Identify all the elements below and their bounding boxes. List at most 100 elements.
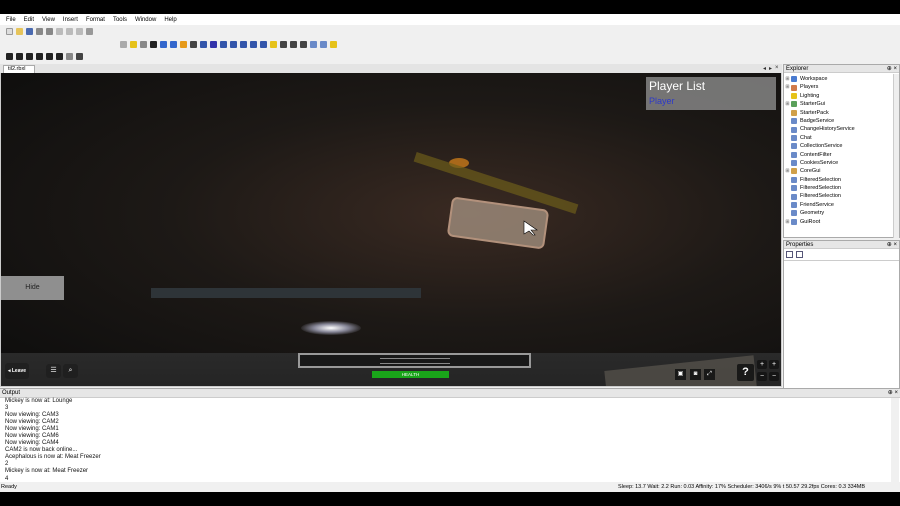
screenshot-button[interactable]: ◙ [690, 369, 701, 380]
scale-tool-icon[interactable] [170, 40, 177, 48]
output-scrollbar[interactable] [891, 398, 899, 483]
fullscreen-button[interactable]: ⤢ [704, 369, 715, 380]
search-button[interactable]: ⌕ [63, 364, 78, 378]
document-tab[interactable]: til2.rbxl [3, 65, 35, 73]
tab-scroll-right-icon[interactable]: ▸ [769, 65, 772, 72]
expand-icon[interactable]: ⊞ [784, 75, 791, 83]
leave-button[interactable]: ◂ Leave [5, 363, 29, 379]
zoom-in-button[interactable]: + [757, 360, 767, 369]
new-file-icon[interactable] [6, 28, 13, 35]
stop-icon[interactable] [140, 40, 147, 48]
pin-icon[interactable]: ⊕ [888, 390, 893, 396]
zoom-out-button-2[interactable]: − [769, 372, 779, 381]
ungroup-icon[interactable] [230, 40, 237, 48]
pin-icon[interactable]: ⊕ [887, 242, 892, 248]
camera-icon[interactable] [310, 40, 317, 48]
menu-file[interactable]: File [6, 17, 16, 23]
explorer-item[interactable]: ContentFilter [784, 151, 899, 159]
menu-insert[interactable]: Insert [63, 17, 78, 23]
explorer-item[interactable]: ⊞ StarterGui [784, 100, 899, 108]
undo-icon[interactable] [36, 28, 43, 35]
explorer-item[interactable]: Lighting [784, 92, 899, 100]
group-icon[interactable] [220, 40, 227, 48]
grid-icon[interactable] [330, 40, 337, 48]
explorer-item[interactable]: StarterPack [784, 109, 899, 117]
recording-button[interactable]: ▣ [675, 369, 686, 380]
anchor-icon[interactable] [190, 40, 197, 48]
move-tool-icon[interactable] [160, 40, 167, 48]
lock-icon[interactable] [180, 40, 187, 48]
explorer-item[interactable]: CookiesService [784, 159, 899, 167]
pin-icon[interactable]: ⊕ [887, 66, 892, 72]
explorer-item[interactable]: ⊞ Workspace [784, 75, 899, 83]
save-icon[interactable] [26, 28, 33, 35]
hide-button[interactable]: Hide [1, 276, 64, 300]
fit-icon[interactable] [76, 53, 83, 60]
open-folder-icon[interactable] [16, 28, 23, 35]
separate-icon[interactable] [260, 40, 267, 48]
zoom-extents-icon[interactable] [66, 53, 73, 60]
resize-tool-icon[interactable] [300, 40, 307, 48]
zoom-out-button[interactable]: − [757, 372, 767, 381]
menu-view[interactable]: View [42, 17, 55, 23]
game-viewport[interactable]: Player List Player Hide ◂ Leave ☰ ⌕ HEAL… [1, 73, 781, 386]
categorized-icon[interactable] [786, 251, 793, 258]
cut-icon[interactable] [56, 28, 63, 35]
explorer-item[interactable]: CollectionService [784, 142, 899, 150]
explorer-item[interactable]: ⊞ CoreGui [784, 167, 899, 175]
expand-icon[interactable]: ⊞ [784, 100, 791, 108]
explorer-scrollbar[interactable] [893, 74, 899, 238]
tilt-up-icon[interactable] [46, 53, 53, 60]
tab-close-icon[interactable]: × [775, 65, 779, 71]
find-icon[interactable] [86, 28, 93, 35]
rotate-tool-icon[interactable] [290, 40, 297, 48]
explorer-item[interactable]: ⊞ Players [784, 83, 899, 91]
arrow-up-icon[interactable] [26, 53, 33, 60]
menu-window[interactable]: Window [135, 17, 156, 23]
menu-help[interactable]: Help [164, 17, 176, 23]
close-icon[interactable]: × [894, 390, 898, 396]
zoom-in-button-2[interactable]: + [769, 360, 779, 369]
paste-icon[interactable] [76, 28, 83, 35]
player-list-entry[interactable]: Player [649, 96, 675, 106]
properties-controls[interactable]: ⊕ × [887, 241, 897, 249]
explorer-item[interactable]: FilteredSelection [784, 192, 899, 200]
menu-format[interactable]: Format [86, 17, 105, 23]
negate-icon[interactable] [250, 40, 257, 48]
tab-scroll-left-icon[interactable]: ◂ [763, 65, 766, 72]
tilt-down-icon[interactable] [56, 53, 63, 60]
explorer-item[interactable]: ChangeHistoryService [784, 125, 899, 133]
play-icon[interactable] [120, 40, 127, 48]
menu-tools[interactable]: Tools [113, 17, 127, 23]
drag-tool-icon[interactable] [280, 40, 287, 48]
explorer-item[interactable]: ⊞ GuiRoot [784, 218, 899, 226]
close-icon[interactable]: × [893, 242, 897, 248]
surface-icon[interactable] [210, 40, 217, 48]
warning-icon[interactable] [270, 40, 277, 48]
output-controls[interactable]: ⊕ × [888, 389, 898, 398]
pause-icon[interactable] [130, 40, 137, 48]
explorer-item[interactable]: FriendService [784, 201, 899, 209]
help-button[interactable]: ? [737, 364, 754, 381]
expand-icon[interactable]: ⊞ [784, 83, 791, 91]
explorer-controls[interactable]: ⊕ × [887, 65, 897, 73]
arrow-right-icon[interactable] [16, 53, 23, 60]
menu-list-button[interactable]: ☰ [46, 364, 61, 378]
explorer-item[interactable]: Geometry [784, 209, 899, 217]
sort-alpha-icon[interactable] [796, 251, 803, 258]
expand-icon[interactable]: ⊞ [784, 167, 791, 175]
explorer-item[interactable]: FilteredSelection [784, 184, 899, 192]
redo-icon[interactable] [46, 28, 53, 35]
arrow-left-icon[interactable] [6, 53, 13, 60]
explorer-item[interactable]: Chat [784, 134, 899, 142]
copy-icon[interactable] [66, 28, 73, 35]
menu-edit[interactable]: Edit [24, 17, 34, 23]
close-icon[interactable]: × [893, 66, 897, 72]
explorer-item[interactable]: FilteredSelection [784, 176, 899, 184]
select-tool-icon[interactable] [150, 40, 157, 48]
arrow-down-icon[interactable] [36, 53, 43, 60]
paint-icon[interactable] [200, 40, 207, 48]
snap-icon[interactable] [320, 40, 327, 48]
explorer-item[interactable]: BadgeService [784, 117, 899, 125]
union-icon[interactable] [240, 40, 247, 48]
